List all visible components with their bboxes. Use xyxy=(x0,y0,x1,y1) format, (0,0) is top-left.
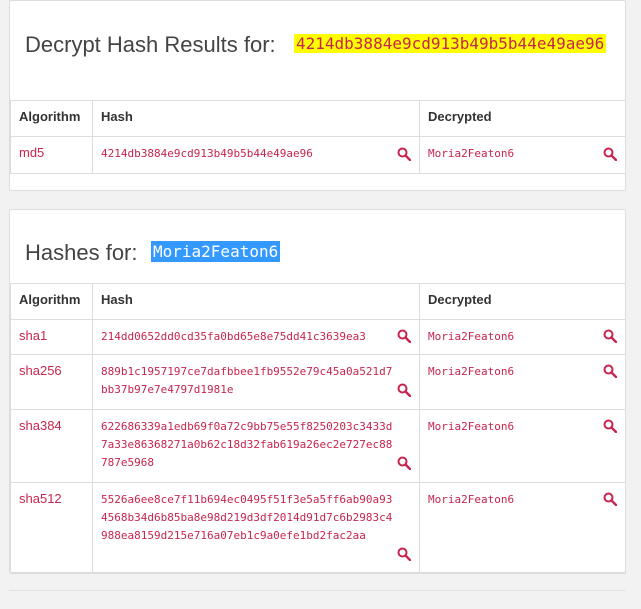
table-row: sha256 889b1c1957197ce7dafbbee1fb9552e79… xyxy=(10,354,626,410)
results-table: Algorithm Hash Decrypted md5 4214db3884e… xyxy=(10,100,626,174)
selected-word[interactable]: Moria2Featon6 xyxy=(151,241,281,262)
cell-hash: 214dd0652dd0cd35fa0bd65e8e75dd41c3639ea3 xyxy=(92,319,420,355)
cell-hash: 4214db3884e9cd913b49b5b44e49ae96 xyxy=(92,136,420,174)
hash-value: 889b1c1957197ce7dafbbee1fb9552e79c45a0a5… xyxy=(101,365,393,396)
search-icon[interactable] xyxy=(397,456,411,470)
panel-title: Hashes for: xyxy=(25,240,138,265)
table-header-row: Algorithm Hash Decrypted xyxy=(10,100,626,137)
algorithm-label: sha384 xyxy=(19,418,62,433)
cell-decrypted: Moria2Featon6 xyxy=(419,354,626,410)
decrypted-value: Moria2Featon6 xyxy=(428,420,515,433)
search-icon[interactable] xyxy=(603,147,617,161)
cell-algorithm: sha512 xyxy=(10,482,93,574)
table-header-row: Algorithm Hash Decrypted xyxy=(10,283,626,320)
hash-value: 622686339a1edb69f0a72c9bb75e55f8250203c3… xyxy=(101,420,393,469)
algorithm-label: sha512 xyxy=(19,491,62,506)
table-row: sha384 622686339a1edb69f0a72c9bb75e55f82… xyxy=(10,409,626,483)
table-row: sha1 214dd0652dd0cd35fa0bd65e8e75dd41c36… xyxy=(10,319,626,355)
search-icon[interactable] xyxy=(397,147,411,161)
algorithm-label: sha1 xyxy=(19,328,48,343)
cell-decrypted: Moria2Featon6 xyxy=(419,409,626,483)
search-icon[interactable] xyxy=(603,329,617,343)
cell-decrypted: Moria2Featon6 xyxy=(419,482,626,574)
highlighted-hash: 4214db3884e9cd913b49b5b44e49ae96 xyxy=(294,34,607,53)
hash-value: 214dd0652dd0cd35fa0bd65e8e75dd41c3639ea3 xyxy=(101,330,366,343)
bottom-divider xyxy=(9,590,626,591)
search-icon[interactable] xyxy=(397,383,411,397)
cell-decrypted: Moria2Featon6 xyxy=(419,319,626,355)
decrypt-results-panel: Decrypt Hash Results for: 4214db3884e9cd… xyxy=(9,0,626,191)
search-icon[interactable] xyxy=(603,492,617,506)
cell-hash: 5526a6ee8ce7f11b694ec0495f51f3e5a5ff6ab9… xyxy=(92,482,420,574)
header-algorithm: Algorithm xyxy=(10,100,93,137)
algorithm-label: md5 xyxy=(19,145,45,160)
cell-algorithm: md5 xyxy=(10,136,93,174)
hashes-table: Algorithm Hash Decrypted sha1 214dd0652d… xyxy=(10,283,626,574)
decrypted-value: Moria2Featon6 xyxy=(428,365,515,378)
table-row: sha512 5526a6ee8ce7f11b694ec0495f51f3e5a… xyxy=(10,482,626,574)
search-icon[interactable] xyxy=(397,329,411,343)
cell-algorithm: sha256 xyxy=(10,354,93,410)
table-row: md5 4214db3884e9cd913b49b5b44e49ae96 Mor… xyxy=(10,136,626,174)
title-hash[interactable]: 4214db3884e9cd913b49b5b44e49ae96 xyxy=(294,31,614,57)
header-hash: Hash xyxy=(92,100,420,137)
search-icon[interactable] xyxy=(603,419,617,433)
hash-value: 5526a6ee8ce7f11b694ec0495f51f3e5a5ff6ab9… xyxy=(101,493,393,542)
panel-title: Decrypt Hash Results for: xyxy=(25,32,276,57)
search-icon[interactable] xyxy=(603,364,617,378)
cell-algorithm: sha1 xyxy=(10,319,93,355)
cell-algorithm: sha384 xyxy=(10,409,93,483)
cell-decrypted: Moria2Featon6 xyxy=(419,136,626,174)
algorithm-label: sha256 xyxy=(19,363,62,378)
header-decrypted: Decrypted xyxy=(419,283,626,320)
hash-value: 4214db3884e9cd913b49b5b44e49ae96 xyxy=(101,147,313,160)
cell-hash: 889b1c1957197ce7dafbbee1fb9552e79c45a0a5… xyxy=(92,354,420,410)
hashes-panel: Hashes for: Moria2Featon6 Algorithm Hash… xyxy=(9,209,626,574)
search-icon[interactable] xyxy=(397,547,411,561)
decrypted-value: Moria2Featon6 xyxy=(428,493,515,506)
header-hash: Hash xyxy=(92,283,420,320)
cell-hash: 622686339a1edb69f0a72c9bb75e55f8250203c3… xyxy=(92,409,420,483)
decrypted-value: Moria2Featon6 xyxy=(428,330,515,343)
header-algorithm: Algorithm xyxy=(10,283,93,320)
decrypted-value: Moria2Featon6 xyxy=(428,147,515,160)
header-decrypted: Decrypted xyxy=(419,100,626,137)
